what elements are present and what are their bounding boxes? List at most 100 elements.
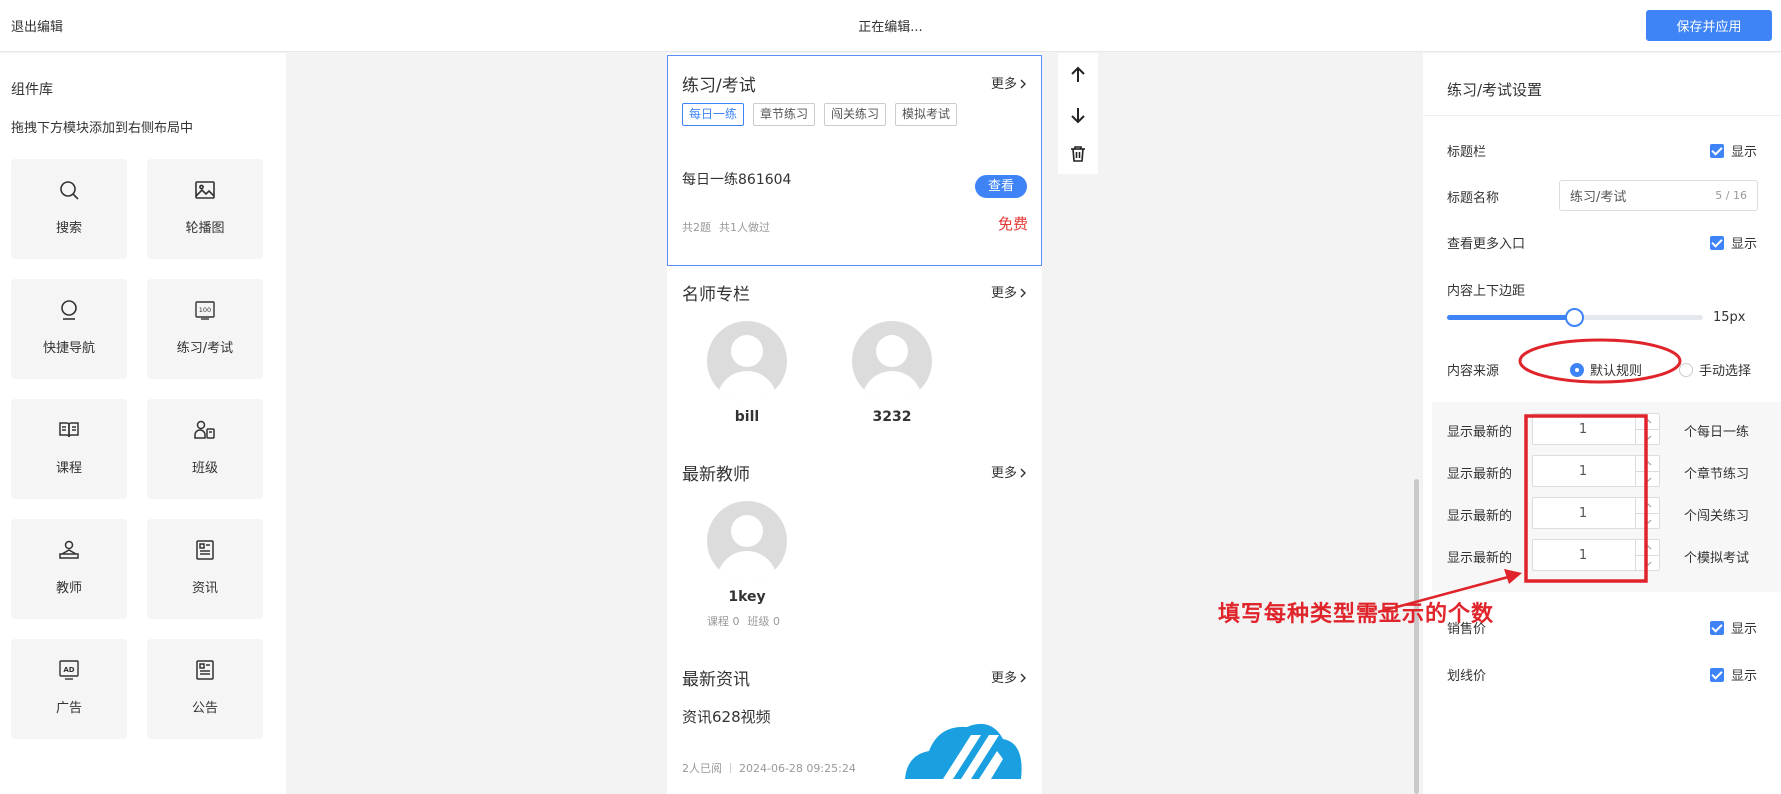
component-label: 资讯: [191, 581, 218, 596]
exam-section-title: 练习/考试: [682, 76, 756, 96]
notice-icon: [147, 658, 263, 682]
count-stepper[interactable]: [1532, 455, 1660, 487]
sale-price-checkbox[interactable]: 显示: [1709, 618, 1757, 637]
exam-more-link[interactable]: 更多: [991, 73, 1027, 92]
component-ad[interactable]: AD 广告: [11, 639, 127, 739]
move-up-button[interactable]: [1058, 55, 1098, 95]
teacher-card[interactable]: 1key: [707, 501, 787, 605]
exam-tabs: 每日一练 章节练习 闯关练习 模拟考试: [682, 103, 966, 126]
teacher-icon: [11, 538, 127, 562]
component-label: 班级: [191, 461, 218, 476]
image-icon: [147, 178, 263, 202]
component-label: 课程: [55, 461, 82, 476]
count-stepper[interactable]: [1532, 539, 1660, 571]
component-search[interactable]: 搜索: [11, 159, 127, 259]
radio-default-rule[interactable]: 默认规则: [1570, 360, 1642, 379]
chevron-up-icon[interactable]: [1636, 540, 1659, 555]
checkbox-checked-icon: [1709, 143, 1724, 158]
component-news[interactable]: 资讯: [147, 519, 263, 619]
component-exam[interactable]: 100 练习/考试: [147, 279, 263, 379]
component-label: 教师: [55, 581, 82, 596]
new-teachers-title: 最新教师: [682, 465, 750, 485]
famous-section[interactable]: 名师专栏 更多 bill 3232: [667, 268, 1042, 448]
teacher-name: bill: [734, 409, 760, 425]
tab-level[interactable]: 闯关练习: [824, 103, 887, 126]
component-label: 搜索: [55, 221, 82, 236]
count-input[interactable]: [1533, 456, 1633, 486]
component-class[interactable]: 班级: [147, 399, 263, 499]
new-teachers-more-link[interactable]: 更多: [991, 462, 1027, 481]
chevron-down-icon[interactable]: [1636, 513, 1659, 528]
component-label: 广告: [55, 701, 82, 716]
famous-more-link[interactable]: 更多: [991, 282, 1027, 301]
title-bar-checkbox[interactable]: 显示: [1709, 141, 1757, 160]
chevron-down-icon[interactable]: [1636, 429, 1659, 444]
more-entry-checkbox[interactable]: 显示: [1709, 233, 1757, 252]
strike-price-checkbox[interactable]: 显示: [1709, 665, 1757, 684]
teacher-card[interactable]: bill: [707, 321, 787, 425]
chevron-right-icon: [1020, 79, 1026, 89]
component-carousel[interactable]: 轮播图: [147, 159, 263, 259]
component-label: 公告: [191, 701, 218, 716]
avatar: [707, 321, 787, 401]
title-name-input[interactable]: 5 / 16: [1559, 180, 1758, 211]
chevron-up-icon[interactable]: [1636, 456, 1659, 471]
annotation-text: 填写每种类型需显示的个数: [1218, 601, 1495, 627]
padding-slider[interactable]: [1447, 308, 1703, 327]
source-label: 内容来源: [1447, 364, 1500, 379]
save-apply-button[interactable]: 保存并应用: [1646, 10, 1772, 41]
count-stepper[interactable]: [1532, 497, 1660, 529]
component-label: 轮播图: [185, 221, 225, 236]
editing-status: 正在编辑...: [858, 20, 923, 35]
teacher-card[interactable]: 3232: [852, 321, 932, 425]
radio-manual-select[interactable]: 手动选择: [1679, 360, 1751, 379]
delete-button[interactable]: [1058, 134, 1098, 174]
count-input[interactable]: [1533, 540, 1633, 570]
exam-section[interactable]: 练习/考试 更多 每日一练 章节练习 闯关练习 模拟考试 每日一练861604 …: [667, 53, 1042, 268]
tab-mock[interactable]: 模拟考试: [895, 103, 958, 126]
chevron-down-icon[interactable]: [1636, 471, 1659, 486]
component-notice[interactable]: 公告: [147, 639, 263, 739]
checkbox-checked-icon: [1709, 620, 1724, 635]
component-label: 快捷导航: [42, 341, 95, 356]
news-thumbnail: [905, 723, 1022, 779]
count-row-chapter: 显示最新的 个章节练习: [1432, 455, 1781, 487]
title-name-label: 标题名称: [1447, 191, 1500, 206]
avatar: [707, 501, 787, 581]
avatar: [852, 321, 932, 401]
component-teacher[interactable]: 教师: [11, 519, 127, 619]
checkbox-checked-icon: [1709, 235, 1724, 250]
news-more-link[interactable]: 更多: [991, 667, 1027, 686]
count-stepper[interactable]: [1532, 413, 1660, 445]
count-input[interactable]: [1533, 498, 1633, 528]
title-bar-label: 标题栏: [1447, 145, 1487, 160]
component-label: 练习/考试: [176, 341, 234, 356]
exit-edit-link[interactable]: 退出编辑: [11, 16, 63, 35]
count-row-level: 显示最新的 个闯关练习: [1432, 497, 1781, 529]
news-section-title: 最新资讯: [682, 670, 750, 690]
library-hint: 拖拽下方模块添加到右侧布局中: [11, 121, 194, 136]
slider-handle[interactable]: [1565, 308, 1584, 327]
count-input[interactable]: [1533, 414, 1633, 444]
news-item-title[interactable]: 资讯628视频: [682, 706, 771, 727]
chevron-up-icon[interactable]: [1636, 498, 1659, 513]
exam-item-meta: 共2题 共1人做过: [682, 221, 770, 234]
radio-unchecked-icon: [1679, 362, 1693, 377]
book-icon: [11, 418, 127, 442]
chevron-up-icon[interactable]: [1636, 414, 1659, 429]
teacher-stats: 课程 0 班级 0: [707, 615, 780, 628]
news-icon: [147, 538, 263, 562]
tab-daily[interactable]: 每日一练: [682, 103, 745, 126]
view-button[interactable]: 查看: [975, 175, 1027, 198]
preview-scrollbar[interactable]: [1414, 479, 1419, 794]
tab-chapter[interactable]: 章节练习: [753, 103, 816, 126]
padding-value: 15px: [1713, 310, 1746, 325]
component-course[interactable]: 课程: [11, 399, 127, 499]
news-item-meta: 2人已阅 2024-06-28 09:25:24: [682, 762, 856, 775]
component-quick-nav[interactable]: 快捷导航: [11, 279, 127, 379]
title-name-field[interactable]: [1570, 181, 1700, 210]
move-down-button[interactable]: [1058, 95, 1098, 135]
top-bar: 退出编辑 正在编辑... 保存并应用: [0, 0, 1781, 52]
chevron-down-icon[interactable]: [1636, 555, 1659, 570]
more-entry-label: 查看更多入口: [1447, 237, 1526, 252]
